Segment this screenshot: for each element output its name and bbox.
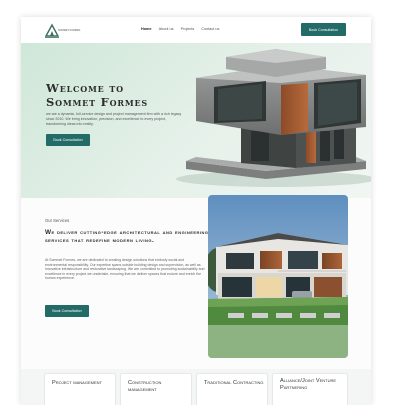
nav-home[interactable]: Home	[141, 27, 152, 31]
nav-about[interactable]: About us	[159, 27, 174, 31]
nav-contact[interactable]: Contact us	[201, 27, 219, 31]
service-card-title: Alliance/Joint Venture Partnering	[280, 378, 337, 391]
hero-section: Welcome to Sommet Formes we are a dynami…	[21, 43, 371, 198]
hero-title-line1: Welcome to	[46, 81, 124, 95]
nav-projects[interactable]: Projects	[181, 27, 195, 31]
service-card-alliance-joint-venture[interactable]: Alliance/Joint Venture Partnering	[272, 373, 348, 405]
logo-text: SOMMET FORMES	[58, 29, 81, 32]
service-card-title: Construction management	[128, 380, 162, 393]
hero-book-consultation-button[interactable]: Book Consultation	[46, 134, 90, 146]
service-card-traditional-contracting[interactable]: Traditional Contracting	[196, 373, 268, 405]
service-card-construction-management[interactable]: Construction management	[120, 373, 192, 405]
hero-title: Welcome to Sommet Formes	[46, 81, 148, 109]
main-nav: Home About us Projects Contact us	[141, 27, 219, 31]
header: SOMMET FORMES Home About us Projects Con…	[21, 17, 371, 43]
hero-title-line2: Sommet Formes	[46, 95, 148, 109]
services-title: We deliver cutting-edge architectural an…	[45, 229, 209, 245]
page: SOMMET FORMES Home About us Projects Con…	[21, 17, 371, 405]
services-description: At Sommet Formes, we are dedicated to cr…	[45, 258, 205, 281]
service-card-project-management[interactable]: Project management	[44, 373, 116, 405]
services-house-photo	[208, 195, 348, 358]
service-card-title: Project management	[52, 380, 102, 386]
service-card-title: Traditional Contracting	[204, 380, 264, 386]
hero-house-image	[176, 49, 371, 187]
book-consultation-button[interactable]: Book Consultation	[301, 23, 346, 36]
services-book-consultation-button[interactable]: Book Consultation	[45, 305, 89, 317]
services-label: Our Services	[45, 218, 70, 223]
